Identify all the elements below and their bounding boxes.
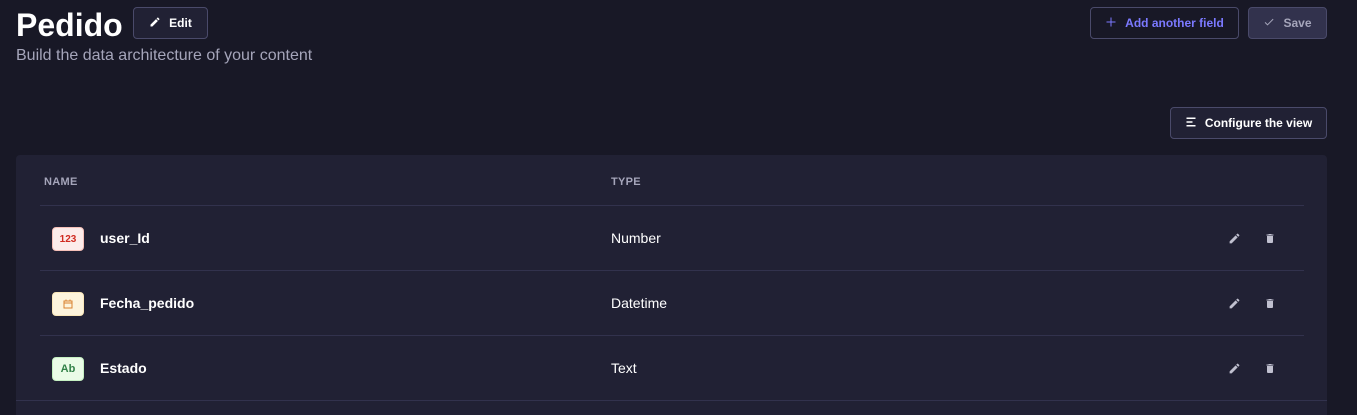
fields-table: NAME TYPE 123 user_Id Number Fecha_pedid… [16,155,1327,415]
edit-field-icon[interactable] [1226,230,1242,246]
add-another-field-button[interactable]: Add another field [1090,7,1239,39]
save-button[interactable]: Save [1248,7,1327,39]
table-footer [16,400,1327,415]
edit-field-icon[interactable] [1226,295,1242,311]
column-header-name: NAME [44,176,78,188]
pencil-icon [149,16,161,31]
field-type: Datetime [611,295,668,311]
add-another-field-label: Add another field [1125,16,1224,30]
column-header-type: TYPE [611,176,641,188]
page-subtitle: Build the data architecture of your cont… [16,47,313,64]
save-button-label: Save [1283,16,1312,30]
configure-view-button[interactable]: Configure the view [1170,107,1327,139]
table-row[interactable]: 123 user_Id Number [40,206,1304,270]
check-icon [1263,16,1275,31]
field-name: Estado [100,360,147,376]
number-icon: 123 [52,227,84,251]
delete-field-icon[interactable] [1262,360,1278,376]
edit-field-icon[interactable] [1226,360,1242,376]
delete-field-icon[interactable] [1262,295,1278,311]
layout-icon [1185,116,1197,131]
field-type: Text [611,360,637,376]
table-row[interactable]: Fecha_pedido Datetime [40,271,1304,335]
plus-icon [1105,16,1117,31]
field-name: user_Id [100,230,150,246]
page-title: Pedido [16,7,123,43]
edit-button-label: Edit [169,16,192,30]
edit-button[interactable]: Edit [133,7,208,39]
delete-field-icon[interactable] [1262,230,1278,246]
content-type-builder-page: Pedido Edit Build the data architecture … [0,0,1357,415]
text-icon: Ab [52,357,84,381]
table-row[interactable]: Ab Estado Text [40,336,1304,400]
calendar-icon [52,292,84,316]
field-type: Number [611,230,661,246]
field-name: Fecha_pedido [100,295,195,311]
configure-view-label: Configure the view [1204,116,1313,130]
